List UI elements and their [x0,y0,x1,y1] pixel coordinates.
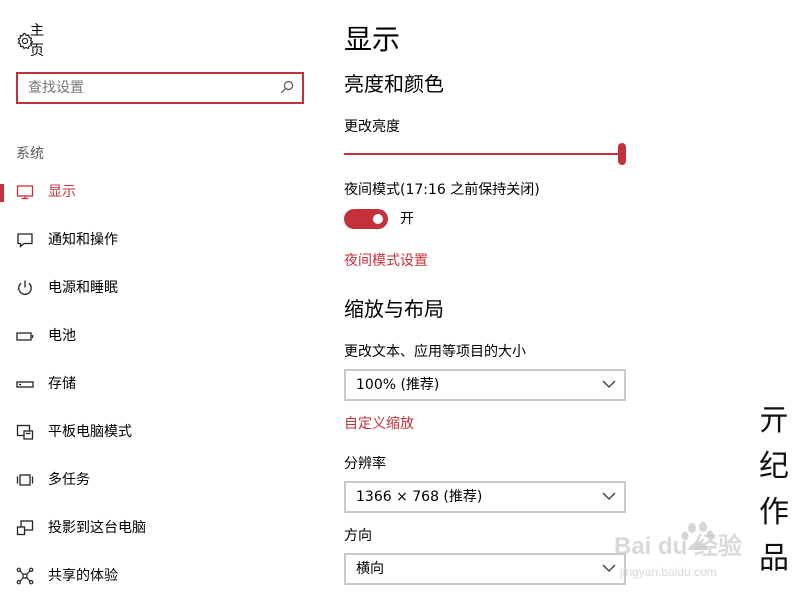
sidebar: 主页 系统 显示 [0,0,320,600]
home-link[interactable]: 主页 [16,23,44,59]
brightness-section-heading: 亮度和颜色 [344,72,444,96]
sidebar-item-label: 显示 [48,184,76,200]
home-label: 主页 [30,23,44,59]
scale-dropdown[interactable]: 100% (推荐) [344,369,626,401]
night-mode-label: 夜间模式(17:16 之前保持关闭) [344,182,540,198]
chevron-down-icon [602,380,616,388]
watermark-char: 亓 [759,403,789,438]
orientation-label: 方向 [344,528,372,544]
scale-label: 更改文本、应用等项目的大小 [344,344,526,360]
search-icon[interactable] [280,80,294,94]
brightness-label: 更改亮度 [344,119,400,135]
power-icon [18,280,32,295]
sidebar-item-label: 平板电脑模式 [48,424,132,440]
sidebar-item-label: 多任务 [48,472,90,488]
scale-section-heading: 缩放与布局 [344,297,444,321]
battery-icon [16,332,34,341]
tablet-mode-icon [16,424,34,440]
search-input[interactable] [28,74,278,102]
night-mode-state: 开 [400,211,414,227]
main-content: 显示 亮度和颜色 更改亮度 夜间模式(17:16 之前保持关闭) 开 夜间模式设… [344,0,764,600]
sidebar-item-tablet-mode[interactable]: 平板电脑模式 [0,414,320,450]
brightness-slider-track [344,153,622,155]
custom-scale-link[interactable]: 自定义缩放 [344,414,414,434]
sidebar-item-multitasking[interactable]: 多任务 [0,462,320,498]
search-box[interactable] [16,72,304,104]
project-to-pc-icon [16,520,34,536]
watermark-char: 纪 [759,449,789,484]
brightness-slider[interactable] [344,142,626,166]
sidebar-item-label: 共享的体验 [48,568,118,584]
watermark-brand: Bai du 经验 [614,532,742,560]
watermark-site: jingyan.baidu.com [619,565,717,579]
orientation-dropdown-value: 横向 [356,561,384,577]
active-indicator [0,184,4,202]
resolution-dropdown-value: 1366 × 768 (推荐) [356,489,483,505]
sidebar-item-label: 投影到这台电脑 [48,520,146,536]
speech-bubble-icon [17,233,33,248]
sidebar-item-battery[interactable]: 电池 [0,318,320,354]
sidebar-item-project-to-pc[interactable]: 投影到这台电脑 [0,510,320,546]
chevron-down-icon [602,492,616,500]
sidebar-item-power[interactable]: 电源和睡眠 [0,270,320,306]
sidebar-item-label: 存储 [48,376,76,392]
resolution-label: 分辨率 [344,456,386,472]
settings-window: 主页 系统 显示 [0,0,800,600]
toggle-knob [373,214,383,224]
sidebar-item-shared-experiences[interactable]: 共享的体验 [0,558,320,594]
multitask-icon [16,474,34,486]
sidebar-item-notifications[interactable]: 通知和操作 [0,222,320,258]
scale-dropdown-value: 100% (推荐) [356,377,440,393]
sidebar-item-display[interactable]: 显示 [0,174,320,210]
section-label: 系统 [16,146,44,162]
shared-experiences-icon [16,567,34,585]
monitor-icon [16,185,34,200]
brightness-slider-thumb[interactable] [618,143,626,165]
sidebar-item-label: 通知和操作 [48,232,118,248]
night-mode-settings-link[interactable]: 夜间模式设置 [344,251,428,271]
sidebar-item-label: 电池 [48,328,76,344]
resolution-dropdown[interactable]: 1366 × 768 (推荐) [344,481,626,513]
baidu-jingyan-watermark: Bai du 经验 jingyan.baidu.com [614,522,742,579]
night-mode-toggle[interactable] [344,209,388,229]
storage-drive-icon [16,381,34,388]
page-title: 显示 [344,23,401,56]
orientation-dropdown[interactable]: 横向 [344,553,626,585]
sidebar-item-label: 电源和睡眠 [48,280,118,296]
sidebar-item-storage[interactable]: 存储 [0,366,320,402]
